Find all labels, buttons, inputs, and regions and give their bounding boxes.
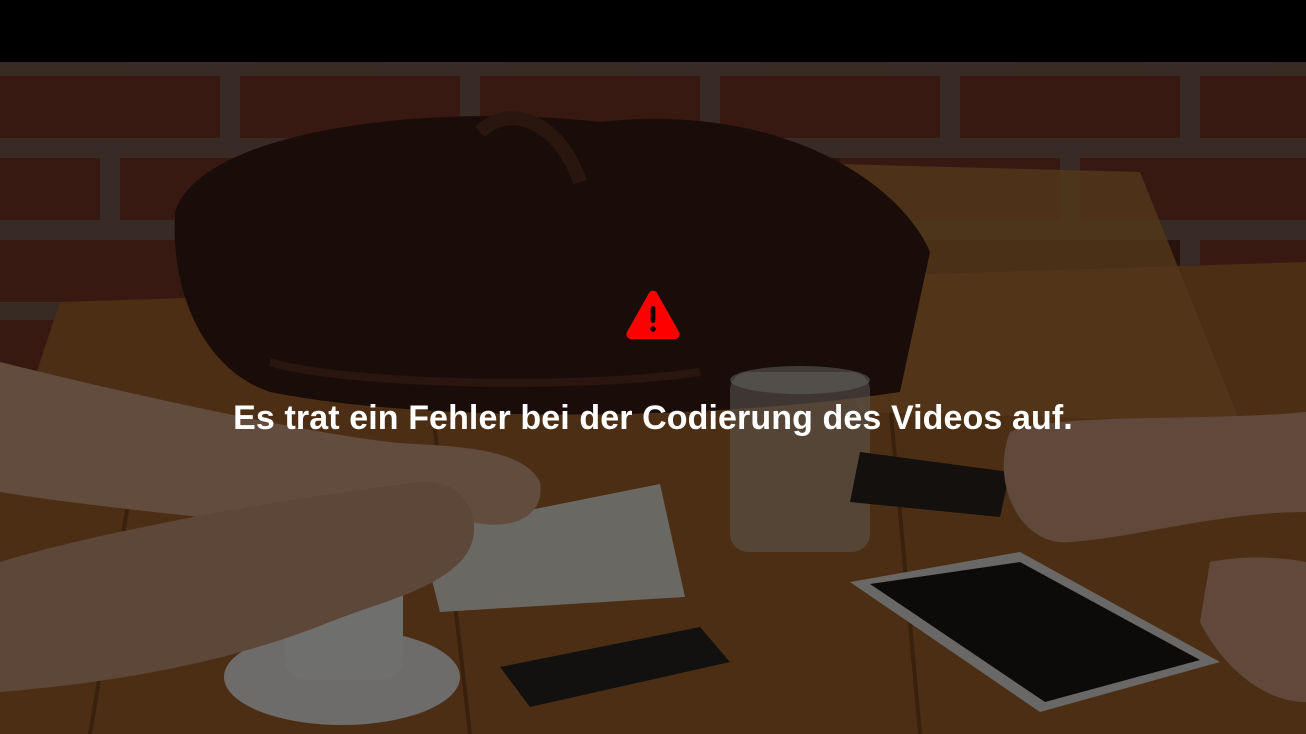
error-panel: Es trat ein Fehler bei der Codierung des… <box>0 288 1306 438</box>
video-player[interactable]: Es trat ein Fehler bei der Codierung des… <box>0 0 1306 734</box>
error-message: Es trat ein Fehler bei der Codierung des… <box>233 399 1073 437</box>
warning-triangle-icon <box>624 288 682 342</box>
top-black-bar <box>0 0 1306 62</box>
